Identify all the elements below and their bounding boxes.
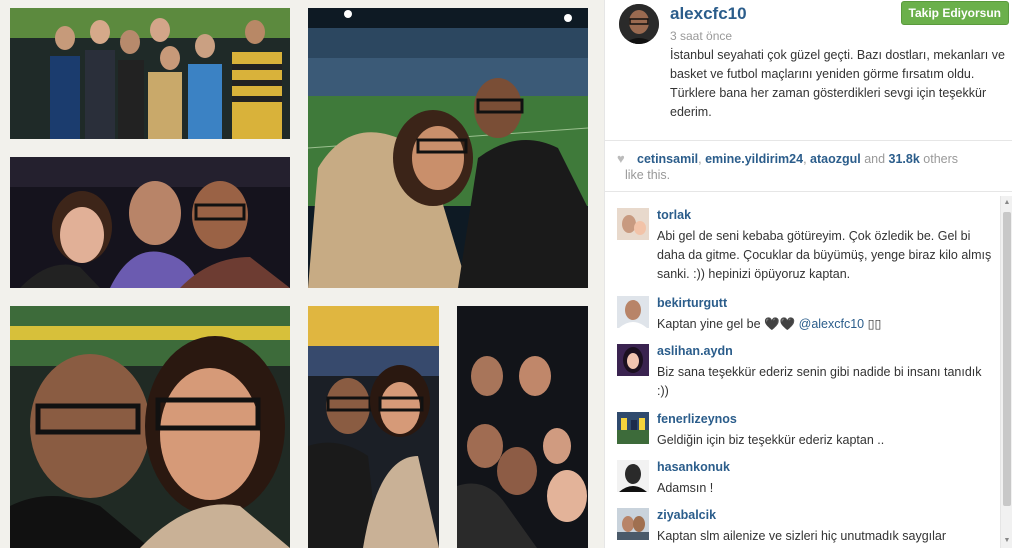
author-username[interactable]: alexcfc10 — [670, 4, 747, 24]
comment-item: hasankonuk Adamsın ! — [605, 460, 1001, 502]
collage-photo-stadium[interactable] — [308, 8, 588, 288]
comment-text: Biz sana teşekkür ederiz senin gibi nadi… — [657, 365, 982, 398]
comment-text: Kaptan yine gel be 🖤🖤 @alexcfc10 ▯▯ — [657, 315, 995, 334]
likes-count[interactable]: 31.8k — [889, 152, 920, 166]
comment-item: bekirturgutt Kaptan yine gel be 🖤🖤 @alex… — [605, 296, 1001, 338]
likes-others-text: others — [919, 152, 959, 166]
commenter-username[interactable]: aslihan.aydn — [657, 344, 733, 358]
comment-text-tail: ▯▯ — [864, 317, 882, 331]
comment-item: aslihan.aydn Biz sana teşekkür ederiz se… — [605, 344, 1001, 404]
collage-photo-night-group[interactable] — [457, 306, 588, 548]
post-time: 3 saat önce — [670, 29, 733, 43]
comment-item: fenerlizeynos Geldiğin için biz teşekkür… — [605, 412, 1001, 454]
comments-list[interactable]: torlak Abi gel de seni kebaba götüreyim.… — [605, 196, 1001, 548]
collage-photo-group[interactable] — [10, 8, 290, 139]
commenter-avatar[interactable] — [617, 208, 649, 240]
collage-photo-closeup[interactable] — [10, 306, 290, 548]
likes-tail-text: like this. — [625, 168, 671, 182]
comment-mention[interactable]: @alexcfc10 — [799, 317, 865, 331]
commenter-avatar[interactable] — [617, 296, 649, 328]
commenter-username[interactable]: fenerlizeynos — [657, 412, 737, 426]
commenter-avatar[interactable] — [617, 460, 649, 492]
post-caption: İstanbul seyahati çok güzel geçti. Bazı … — [670, 48, 1005, 119]
comment-text-body: Kaptan yine gel be 🖤🖤 — [657, 317, 799, 331]
collage-photo-trio[interactable] — [10, 157, 290, 288]
heart-icon[interactable]: ♥ — [617, 151, 631, 167]
comment-text: Kaptan slm ailenize ve sizleri hiç unutm… — [657, 529, 947, 543]
collage-photo-arena[interactable] — [308, 306, 439, 548]
photo-collage[interactable] — [0, 0, 604, 548]
commenter-username[interactable]: torlak — [657, 208, 691, 222]
post-header: alexcfc10 Takip Ediyorsun 3 saat önce İs… — [605, 0, 1012, 140]
commenter-avatar[interactable] — [617, 508, 649, 540]
comment-text: Abi gel de seni kebaba götüreyim. Çok öz… — [657, 229, 992, 281]
commenter-username[interactable]: hasankonuk — [657, 460, 730, 474]
liker-link[interactable]: cetinsamil — [637, 152, 698, 166]
likes-separator: , — [803, 152, 811, 166]
likes-and-text: and — [860, 152, 889, 166]
comment-item: ziyabalcik Kaptan slm ailenize ve sizler… — [605, 508, 1001, 548]
post-panel: alexcfc10 Takip Ediyorsun 3 saat önce İs… — [604, 0, 1012, 548]
scroll-up-arrow-icon[interactable]: ▲ — [1001, 196, 1012, 210]
commenter-username[interactable]: bekirturgutt — [657, 296, 727, 310]
comments-scrollbar[interactable]: ▲ ▼ — [1000, 196, 1012, 548]
commenter-username[interactable]: ziyabalcik — [657, 508, 716, 522]
comment-text: Geldiğin için biz teşekkür ederiz kaptan… — [657, 433, 885, 447]
liker-link[interactable]: emine.yildirim24 — [705, 152, 803, 166]
author-avatar[interactable] — [619, 4, 659, 44]
liker-link[interactable]: ataozgul — [810, 152, 861, 166]
commenter-avatar[interactable] — [617, 412, 649, 444]
likes-section: ♥ cetinsamil, emine.yildirim24, ataozgul … — [605, 140, 1012, 192]
commenter-avatar[interactable] — [617, 344, 649, 376]
scroll-down-arrow-icon[interactable]: ▼ — [1001, 534, 1012, 548]
scroll-thumb[interactable] — [1003, 212, 1011, 506]
comment-text: Adamsın ! — [657, 481, 714, 495]
following-button[interactable]: Takip Ediyorsun — [900, 1, 1009, 25]
comment-item: torlak Abi gel de seni kebaba götüreyim.… — [605, 208, 1001, 288]
